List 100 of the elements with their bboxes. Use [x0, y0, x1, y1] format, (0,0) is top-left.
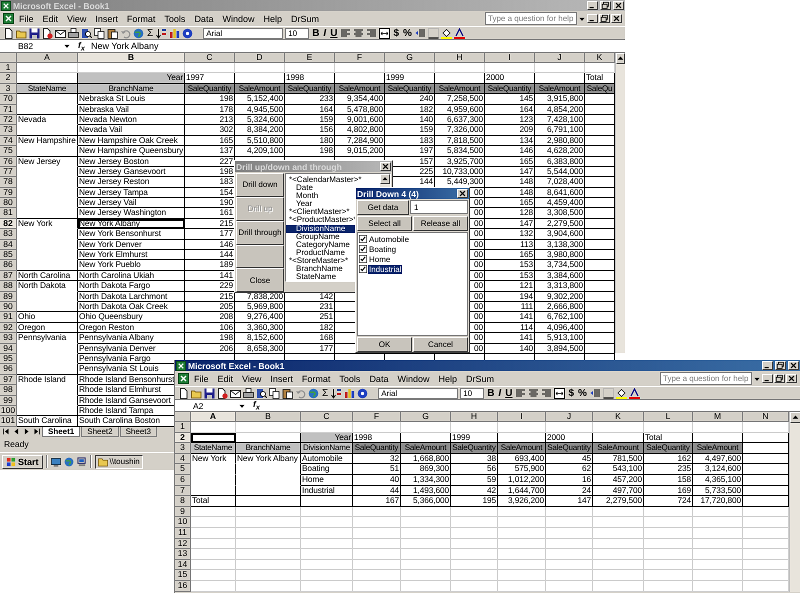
font-name-field[interactable]: Arial — [378, 388, 458, 398]
row-header[interactable]: 14 — [175, 560, 191, 570]
menu-item[interactable]: Help — [434, 374, 461, 384]
row-header[interactable]: 70 — [0, 94, 17, 105]
checkbox[interactable] — [359, 265, 367, 273]
row-header[interactable]: 86 — [0, 260, 17, 271]
menu-item[interactable]: Tools — [160, 14, 190, 24]
percent-button[interactable]: % — [402, 28, 413, 38]
row-header[interactable]: 9 — [175, 506, 191, 518]
paste-icon[interactable] — [282, 388, 293, 398]
column-header[interactable]: M — [693, 412, 743, 422]
menu-item[interactable]: Insert — [266, 374, 297, 384]
select-all-corner[interactable] — [175, 412, 191, 422]
row-header[interactable]: 77 — [0, 166, 17, 178]
fill-color-icon[interactable] — [440, 28, 452, 38]
row-header[interactable]: 99 — [0, 396, 17, 406]
decrease-indent-icon[interactable] — [414, 28, 426, 38]
row-header[interactable]: 11 — [175, 528, 191, 539]
borders-icon[interactable] — [602, 388, 614, 398]
menu-item[interactable]: Data — [365, 374, 392, 384]
restore-button[interactable] — [775, 361, 786, 370]
italic-button[interactable]: I — [497, 388, 502, 398]
select-all-corner[interactable] — [0, 53, 17, 63]
bold-button[interactable]: B — [486, 388, 496, 398]
checkbox[interactable] — [359, 245, 367, 253]
checkbox[interactable] — [359, 235, 367, 243]
menu-item[interactable]: File — [15, 14, 38, 24]
row-header[interactable]: 2 — [0, 73, 17, 84]
research-icon[interactable] — [256, 388, 267, 398]
percent-button[interactable]: % — [577, 388, 588, 398]
dialog-button[interactable]: Drill through — [236, 220, 284, 245]
close-button[interactable] — [380, 162, 391, 171]
row-header[interactable]: 80 — [0, 198, 17, 208]
copy-icon[interactable] — [269, 388, 280, 398]
mail-icon[interactable] — [230, 388, 241, 398]
row-header[interactable]: 15 — [175, 570, 191, 581]
currency-button[interactable]: $ — [567, 388, 575, 398]
font-size-field[interactable]: 10 — [460, 388, 484, 398]
menu-item[interactable]: Edit — [38, 14, 62, 24]
row-header[interactable]: 71 — [0, 104, 17, 115]
row-header[interactable]: 3 — [175, 443, 191, 454]
font-size-field[interactable]: 10 — [285, 28, 310, 38]
globe-icon[interactable] — [133, 28, 144, 38]
underline-button[interactable]: U — [329, 28, 338, 38]
sheet-tab[interactable]: Sheet2 — [81, 426, 119, 437]
restore-button[interactable] — [600, 1, 611, 10]
spreadsheet-app-icon[interactable] — [178, 373, 189, 384]
desktop-icon[interactable] — [50, 456, 61, 466]
underline-button[interactable]: U — [504, 388, 514, 398]
close-button[interactable] — [613, 1, 624, 10]
checkbox[interactable] — [359, 255, 367, 263]
column-header[interactable]: I — [498, 412, 546, 422]
column-header[interactable]: H — [451, 412, 498, 422]
spreadsheet-app-icon[interactable] — [3, 13, 14, 24]
row-header[interactable]: 88 — [0, 281, 17, 292]
column-header[interactable]: J — [546, 412, 593, 422]
row-header[interactable]: 73 — [0, 125, 17, 136]
checkbox-label[interactable]: Home — [368, 254, 392, 264]
sheet-tab[interactable]: Sheet3 — [120, 426, 157, 437]
menu-item[interactable]: DrSum — [286, 14, 323, 24]
row-header[interactable]: 100 — [0, 406, 17, 416]
checkbox-label[interactable]: Automobile — [368, 234, 410, 244]
row-header[interactable]: 83 — [0, 229, 17, 240]
column-header[interactable]: K — [593, 412, 644, 422]
row-header[interactable]: 101 — [0, 416, 17, 427]
bold-button[interactable]: B — [311, 28, 320, 38]
row-header[interactable]: 2 — [175, 432, 191, 444]
document-badge-icon[interactable] — [217, 388, 228, 398]
minimize-button[interactable] — [587, 14, 598, 23]
list-item[interactable]: *<CalendarMaster>* — [286, 176, 380, 184]
row-header[interactable]: 6 — [175, 474, 191, 486]
print-icon[interactable] — [243, 388, 254, 398]
row-header[interactable]: 79 — [0, 188, 17, 198]
caret-icon[interactable] — [63, 42, 71, 50]
name-box[interactable]: B82 — [0, 41, 60, 51]
help-search-field[interactable]: Type a question for help — [660, 372, 752, 385]
dialog-button[interactable]: Drill down — [236, 173, 284, 197]
menu-item[interactable]: Tools — [335, 374, 364, 384]
row-header[interactable]: 5 — [175, 464, 191, 475]
help-icon[interactable] — [357, 388, 368, 398]
fill-color-icon[interactable] — [616, 388, 627, 398]
restore-button[interactable] — [774, 374, 785, 383]
last-sheet-icon[interactable] — [32, 427, 41, 436]
column-header[interactable]: N — [743, 412, 789, 422]
checkbox-label[interactable]: Industrial — [368, 264, 402, 274]
row-header[interactable]: 91 — [0, 312, 17, 323]
row-header[interactable]: 8 — [175, 496, 191, 507]
column-header[interactable]: I — [485, 53, 535, 63]
align-left-icon[interactable] — [340, 28, 352, 38]
column-header[interactable]: E — [285, 53, 335, 63]
row-header[interactable]: 94 — [0, 344, 17, 354]
row-header[interactable]: 12 — [175, 538, 191, 550]
menu-item[interactable]: View — [238, 374, 266, 384]
currency-button[interactable]: $ — [392, 28, 400, 38]
print-icon[interactable] — [68, 28, 79, 38]
menu-item[interactable]: Format — [298, 374, 334, 384]
vertical-scrollbar[interactable] — [615, 53, 625, 353]
cancel-button[interactable]: Cancel — [413, 337, 468, 352]
formula-field[interactable]: New York Albany — [91, 41, 625, 51]
menu-item[interactable]: DrSum — [462, 374, 498, 384]
